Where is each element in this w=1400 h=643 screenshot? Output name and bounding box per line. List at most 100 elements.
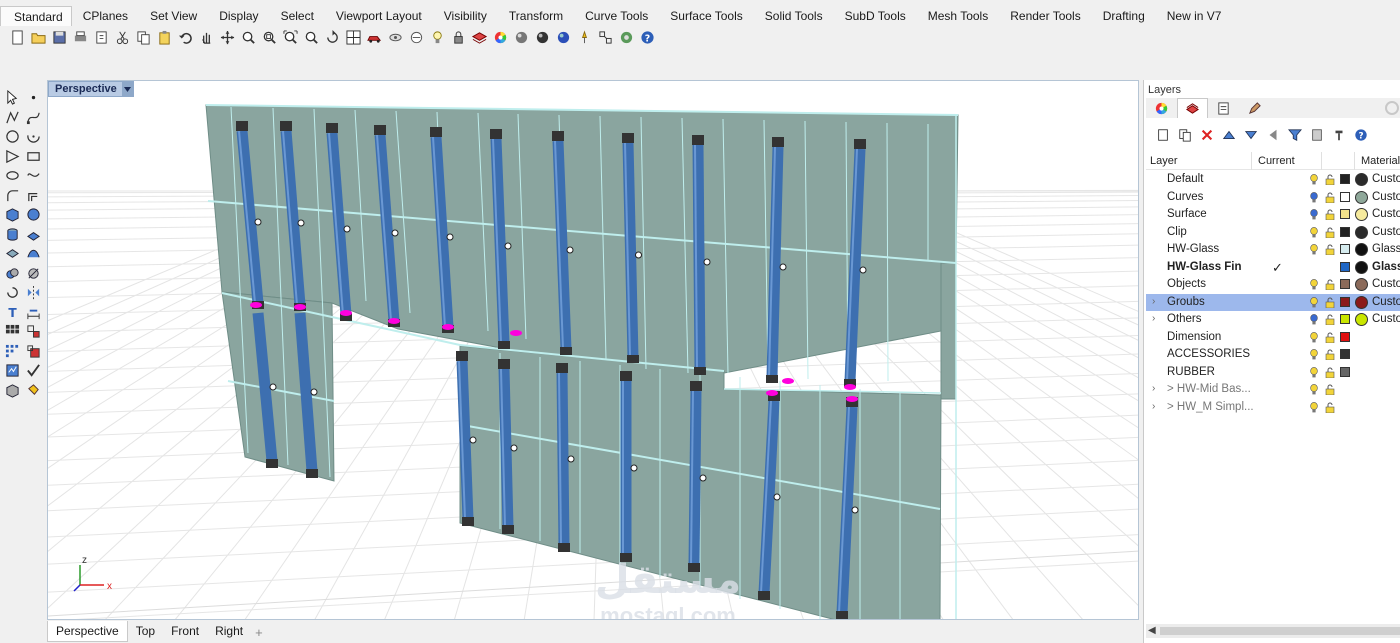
copy-icon[interactable] <box>134 28 152 46</box>
layer-row[interactable]: Objects Custo <box>1146 276 1400 294</box>
car-icon[interactable] <box>365 28 383 46</box>
layer-material-swatch[interactable] <box>1355 295 1368 309</box>
toolbar-tab-visibility[interactable]: Visibility <box>433 6 498 26</box>
layer-lock-icon[interactable] <box>1325 349 1335 361</box>
layer-color-swatch[interactable] <box>1340 244 1350 254</box>
scene-canvas[interactable]: z x مستقلmostaql.com <box>48 81 1139 620</box>
array-icon[interactable] <box>2 322 22 341</box>
panel-tab-color-wheel-icon[interactable] <box>1146 98 1177 118</box>
move-up-icon[interactable] <box>1220 126 1238 144</box>
grid-array-icon[interactable] <box>2 342 22 361</box>
move-left-icon[interactable] <box>1264 126 1282 144</box>
four-view-icon[interactable] <box>344 28 362 46</box>
layer-material-swatch[interactable] <box>1355 313 1368 326</box>
layer-color-swatch[interactable] <box>1340 261 1350 272</box>
layer-lock-icon[interactable] <box>1325 297 1335 308</box>
layer-visibility-bulb-icon[interactable] <box>1310 226 1318 238</box>
pan-icon[interactable] <box>197 28 215 46</box>
dimension-icon[interactable] <box>23 303 43 322</box>
layer-material-name[interactable]: Custo <box>1372 226 1400 238</box>
analyze-icon[interactable] <box>2 361 22 380</box>
expand-icon[interactable]: › <box>1152 313 1155 324</box>
perspective-viewport[interactable]: z x مستقل mostaql.com <box>47 80 1139 620</box>
layer-lock-icon[interactable] <box>1325 174 1335 186</box>
layer-row[interactable]: Curves Custo <box>1146 189 1400 207</box>
bulb-icon[interactable] <box>428 28 446 46</box>
layer-row[interactable]: HW-Glass Glass <box>1146 241 1400 259</box>
layer-lock-icon[interactable] <box>1325 244 1335 256</box>
current-layer-check-icon[interactable]: ✓ <box>1272 260 1283 276</box>
help-icon[interactable]: ? <box>1352 126 1370 144</box>
layer-color-swatch[interactable] <box>1340 331 1350 342</box>
zoom-selected-icon[interactable] <box>302 28 320 46</box>
select-arrow-icon[interactable] <box>2 88 22 107</box>
toolbar-tab-drafting[interactable]: Drafting <box>1092 6 1156 26</box>
layer-color-swatch[interactable] <box>1340 366 1350 377</box>
layer-lock-icon[interactable] <box>1325 209 1335 221</box>
extrude-icon[interactable] <box>23 225 43 244</box>
new-layer-icon[interactable] <box>1154 126 1172 144</box>
lock-icon[interactable] <box>449 28 467 46</box>
layer-name[interactable]: Groubs <box>1167 296 1205 308</box>
layer-material-swatch[interactable] <box>1355 208 1368 221</box>
layer-tools-icon[interactable] <box>1308 126 1326 144</box>
layer-row[interactable]: Surface Custo <box>1146 206 1400 224</box>
layer-name[interactable]: Default <box>1167 173 1203 185</box>
paint-icon[interactable] <box>23 381 43 400</box>
arc-icon[interactable] <box>23 127 43 146</box>
layer-material-name[interactable]: Glass <box>1372 261 1400 273</box>
delete-icon[interactable] <box>1198 126 1216 144</box>
print-icon[interactable] <box>71 28 89 46</box>
layer-name[interactable]: Clip <box>1167 226 1187 238</box>
undo-icon[interactable] <box>176 28 194 46</box>
layer-lock-icon[interactable] <box>1325 332 1335 343</box>
move-icon[interactable] <box>218 28 236 46</box>
layer-name[interactable]: > HW_M Simpl... <box>1167 401 1254 413</box>
shaded-sphere-icon[interactable] <box>533 28 551 46</box>
toolbar-tab-curve-tools[interactable]: Curve Tools <box>574 6 659 26</box>
layer-color-swatch[interactable] <box>1340 296 1350 307</box>
layer-visibility-bulb-icon[interactable] <box>1310 174 1318 185</box>
panel-tab-pen-icon[interactable] <box>1239 98 1270 118</box>
polygon-icon[interactable] <box>2 147 22 166</box>
layer-material-name[interactable]: Custo <box>1372 173 1400 185</box>
expand-icon[interactable]: › <box>1152 401 1155 412</box>
layer-name[interactable]: RUBBER <box>1167 366 1215 378</box>
layer-color-swatch[interactable] <box>1340 226 1350 237</box>
expand-icon[interactable]: › <box>1152 296 1155 307</box>
text-icon[interactable]: T <box>2 303 22 322</box>
rotate-view-icon[interactable] <box>323 28 341 46</box>
toolbar-tab-new-in-v7[interactable]: New in V7 <box>1156 6 1233 26</box>
layer-material-name[interactable]: Custo <box>1372 191 1400 203</box>
layer-row[interactable]: Dimension <box>1146 329 1400 347</box>
curve-icon[interactable] <box>23 108 43 127</box>
toolbar-tab-viewport-layout[interactable]: Viewport Layout <box>325 6 433 26</box>
ellipse-icon[interactable] <box>2 166 22 185</box>
layer-row[interactable]: › > HW_M Simpl... <box>1146 399 1400 417</box>
zoom-extents-icon[interactable] <box>281 28 299 46</box>
layer-row[interactable]: HW-Glass Fin ✓ Glass <box>1146 259 1400 277</box>
layer-visibility-bulb-icon[interactable] <box>1310 366 1318 378</box>
layer-color-swatch[interactable] <box>1340 349 1350 359</box>
layer-color-swatch[interactable] <box>1340 174 1350 184</box>
viewport-tab-perspective[interactable]: Perspective <box>47 620 128 642</box>
new-icon[interactable] <box>8 28 26 46</box>
toolbar-tab-mesh-tools[interactable]: Mesh Tools <box>917 6 999 26</box>
viewport-tab-right[interactable]: Right <box>207 621 251 642</box>
hide-icon[interactable] <box>386 28 404 46</box>
layer-row[interactable]: RUBBER <box>1146 364 1400 382</box>
layer-visibility-bulb-icon[interactable] <box>1310 314 1318 325</box>
layer-material-swatch[interactable] <box>1355 225 1368 239</box>
layer-visibility-bulb-icon[interactable] <box>1310 191 1318 203</box>
layer-material-swatch[interactable] <box>1355 243 1368 256</box>
hammer-icon[interactable] <box>1330 126 1348 144</box>
cut-icon[interactable] <box>113 28 131 46</box>
layer-lock-icon[interactable] <box>1325 192 1335 203</box>
layer-visibility-bulb-icon[interactable] <box>1310 244 1318 255</box>
zoom-icon[interactable] <box>239 28 257 46</box>
zoom-window-icon[interactable] <box>260 28 278 46</box>
paste-icon[interactable] <box>155 28 173 46</box>
rotate-icon[interactable] <box>2 283 22 302</box>
panel-options-gear-icon[interactable] <box>1385 101 1399 115</box>
toolbar-tab-set-view[interactable]: Set View <box>139 6 208 26</box>
